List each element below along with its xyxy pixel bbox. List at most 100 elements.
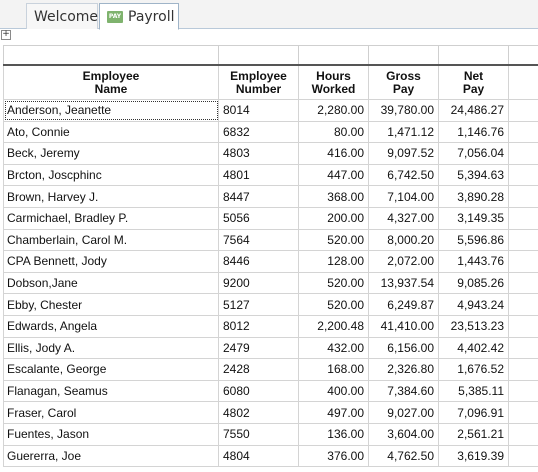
employee-number-cell[interactable]: 7564 xyxy=(218,228,299,252)
hours-worked-cell[interactable]: 128.00 xyxy=(298,250,369,273)
gross-pay-cell[interactable]: 4,762.50 xyxy=(368,444,439,468)
employee-number-cell[interactable]: 5127 xyxy=(218,293,299,316)
employee-name-cell[interactable]: Flanagan, Seamus xyxy=(3,379,219,403)
filter-cell[interactable] xyxy=(298,45,369,66)
filter-cell[interactable] xyxy=(3,45,219,66)
gross-pay-cell[interactable]: 41,410.00 xyxy=(368,314,439,338)
table-row[interactable]: Ellis, Jody A. 2479 432.00 6,156.00 4,402.42 xyxy=(3,336,538,360)
hours-worked-cell[interactable]: 80.00 xyxy=(298,120,369,144)
hours-worked-cell[interactable]: 497.00 xyxy=(298,401,369,424)
hours-worked-cell[interactable]: 416.00 xyxy=(298,142,369,165)
employee-name-cell[interactable]: Ellis, Jody A. xyxy=(3,336,219,360)
table-row[interactable]: Flanagan, Seamus 6080 400.00 7,384.60 5,385.… xyxy=(3,379,538,403)
employee-number-cell[interactable]: 8014 xyxy=(218,99,299,122)
employee-name-cell[interactable]: Guererra, Joe xyxy=(3,444,219,468)
table-row[interactable]: Ebby, Chester 5127 520.00 6,249.87 4,943.24 xyxy=(3,293,538,316)
net-pay-cell[interactable]: 5,394.63 xyxy=(438,163,509,187)
net-pay-cell[interactable]: 7,056.04 xyxy=(438,142,509,165)
employee-name-cell[interactable]: Brcton, Joscphinc xyxy=(3,163,219,187)
employee-name-cell[interactable]: Anderson, Jeanette xyxy=(3,99,219,122)
tab-welcome[interactable]: Welcome xyxy=(26,3,98,29)
net-pay-cell[interactable]: 5,596.86 xyxy=(438,228,509,252)
column-header-hours-worked[interactable]: Hours Worked xyxy=(298,64,369,100)
employee-number-cell[interactable]: 2428 xyxy=(218,358,299,381)
employee-name-cell[interactable]: Fuentes, Jason xyxy=(3,422,219,446)
table-row[interactable]: Carmichael, Bradley P. 5056 200.00 4,327.00… xyxy=(3,206,538,230)
gross-pay-cell[interactable]: 7,104.00 xyxy=(368,185,439,208)
net-pay-cell[interactable]: 1,443.76 xyxy=(438,250,509,273)
gross-pay-cell[interactable]: 39,780.00 xyxy=(368,99,439,122)
gross-pay-cell[interactable]: 1,471.12 xyxy=(368,120,439,144)
gross-pay-cell[interactable]: 6,249.87 xyxy=(368,293,439,316)
employee-number-cell[interactable]: 7550 xyxy=(218,422,299,446)
employee-name-cell[interactable]: Chamberlain, Carol M. xyxy=(3,228,219,252)
net-pay-cell[interactable]: 4,943.24 xyxy=(438,293,509,316)
gross-pay-cell[interactable]: 2,326.80 xyxy=(368,358,439,381)
column-header-employee-name[interactable]: Employee Name xyxy=(3,64,219,100)
employee-number-cell[interactable]: 5056 xyxy=(218,206,299,230)
net-pay-cell[interactable]: 4,402.42 xyxy=(438,336,509,360)
column-header-net-pay[interactable]: Net Pay xyxy=(438,64,509,100)
net-pay-cell[interactable]: 3,619.39 xyxy=(438,444,509,468)
hours-worked-cell[interactable]: 520.00 xyxy=(298,228,369,252)
table-row[interactable]: Brown, Harvey J. 8447 368.00 7,104.00 3,890.… xyxy=(3,185,538,208)
employee-number-cell[interactable]: 8447 xyxy=(218,185,299,208)
employee-number-cell[interactable]: 4801 xyxy=(218,163,299,187)
net-pay-cell[interactable]: 3,149.35 xyxy=(438,206,509,230)
hours-worked-cell[interactable]: 400.00 xyxy=(298,379,369,403)
net-pay-cell[interactable]: 3,890.28 xyxy=(438,185,509,208)
gross-pay-cell[interactable]: 4,327.00 xyxy=(368,206,439,230)
employee-number-cell[interactable]: 4804 xyxy=(218,444,299,468)
employee-name-cell[interactable]: Fraser, Carol xyxy=(3,401,219,424)
net-pay-cell[interactable]: 24,486.27 xyxy=(438,99,509,122)
employee-number-cell[interactable]: 4802 xyxy=(218,401,299,424)
net-pay-cell[interactable]: 7,096.91 xyxy=(438,401,509,424)
net-pay-cell[interactable]: 1,146.76 xyxy=(438,120,509,144)
employee-number-cell[interactable]: 2479 xyxy=(218,336,299,360)
hours-worked-cell[interactable]: 2,280.00 xyxy=(298,99,369,122)
net-pay-cell[interactable]: 2,561.21 xyxy=(438,422,509,446)
table-row[interactable]: Beck, Jeremy 4803 416.00 9,097.52 7,056.04 xyxy=(3,142,538,165)
table-row[interactable]: Guererra, Joe 4804 376.00 4,762.50 3,619.39 xyxy=(3,444,538,468)
table-row[interactable]: Dobson,Jane 9200 520.00 13,937.54 9,085.26 xyxy=(3,271,538,295)
gross-pay-cell[interactable]: 2,072.00 xyxy=(368,250,439,273)
gross-pay-cell[interactable]: 3,604.00 xyxy=(368,422,439,446)
employee-name-cell[interactable]: Dobson,Jane xyxy=(3,271,219,295)
table-row[interactable]: Anderson, Jeanette 8014 2,280.00 39,780.00 2… xyxy=(3,99,538,122)
employee-name-cell[interactable]: Ebby, Chester xyxy=(3,293,219,316)
hours-worked-cell[interactable]: 520.00 xyxy=(298,293,369,316)
employee-number-cell[interactable]: 8446 xyxy=(218,250,299,273)
net-pay-cell[interactable]: 1,676.52 xyxy=(438,358,509,381)
employee-name-cell[interactable]: Edwards, Angela xyxy=(3,314,219,338)
hours-worked-cell[interactable]: 2,200.48 xyxy=(298,314,369,338)
filter-cell[interactable] xyxy=(368,45,439,66)
gross-pay-cell[interactable]: 8,000.20 xyxy=(368,228,439,252)
employee-number-cell[interactable]: 9200 xyxy=(218,271,299,295)
gross-pay-cell[interactable]: 9,027.00 xyxy=(368,401,439,424)
table-row[interactable]: Escalante, George 2428 168.00 2,326.80 1,676… xyxy=(3,358,538,381)
hours-worked-cell[interactable]: 447.00 xyxy=(298,163,369,187)
employee-name-cell[interactable]: Beck, Jeremy xyxy=(3,142,219,165)
table-row[interactable]: Fraser, Carol 4802 497.00 9,027.00 7,096.91 xyxy=(3,401,538,424)
table-row[interactable]: Fuentes, Jason 7550 136.00 3,604.00 2,561.21 xyxy=(3,422,538,446)
employee-number-cell[interactable]: 6832 xyxy=(218,120,299,144)
employee-name-cell[interactable]: Ato, Connie xyxy=(3,120,219,144)
employee-name-cell[interactable]: Escalante, George xyxy=(3,358,219,381)
gross-pay-cell[interactable]: 13,937.54 xyxy=(368,271,439,295)
employee-number-cell[interactable]: 8012 xyxy=(218,314,299,338)
tab-payroll[interactable]: PAY Payroll xyxy=(99,3,179,30)
employee-name-cell[interactable]: CPA Bennett, Jody xyxy=(3,250,219,273)
hours-worked-cell[interactable]: 432.00 xyxy=(298,336,369,360)
gross-pay-cell[interactable]: 6,742.50 xyxy=(368,163,439,187)
hours-worked-cell[interactable]: 368.00 xyxy=(298,185,369,208)
employee-number-cell[interactable]: 4803 xyxy=(218,142,299,165)
employee-name-cell[interactable]: Brown, Harvey J. xyxy=(3,185,219,208)
hours-worked-cell[interactable]: 168.00 xyxy=(298,358,369,381)
table-row[interactable]: Ato, Connie 6832 80.00 1,471.12 1,146.76 xyxy=(3,120,538,144)
table-row[interactable]: CPA Bennett, Jody 8446 128.00 2,072.00 1,443… xyxy=(3,250,538,273)
gross-pay-cell[interactable]: 9,097.52 xyxy=(368,142,439,165)
net-pay-cell[interactable]: 9,085.26 xyxy=(438,271,509,295)
gross-pay-cell[interactable]: 6,156.00 xyxy=(368,336,439,360)
table-row[interactable]: Brcton, Joscphinc 4801 447.00 6,742.50 5,394… xyxy=(3,163,538,187)
hours-worked-cell[interactable]: 200.00 xyxy=(298,206,369,230)
